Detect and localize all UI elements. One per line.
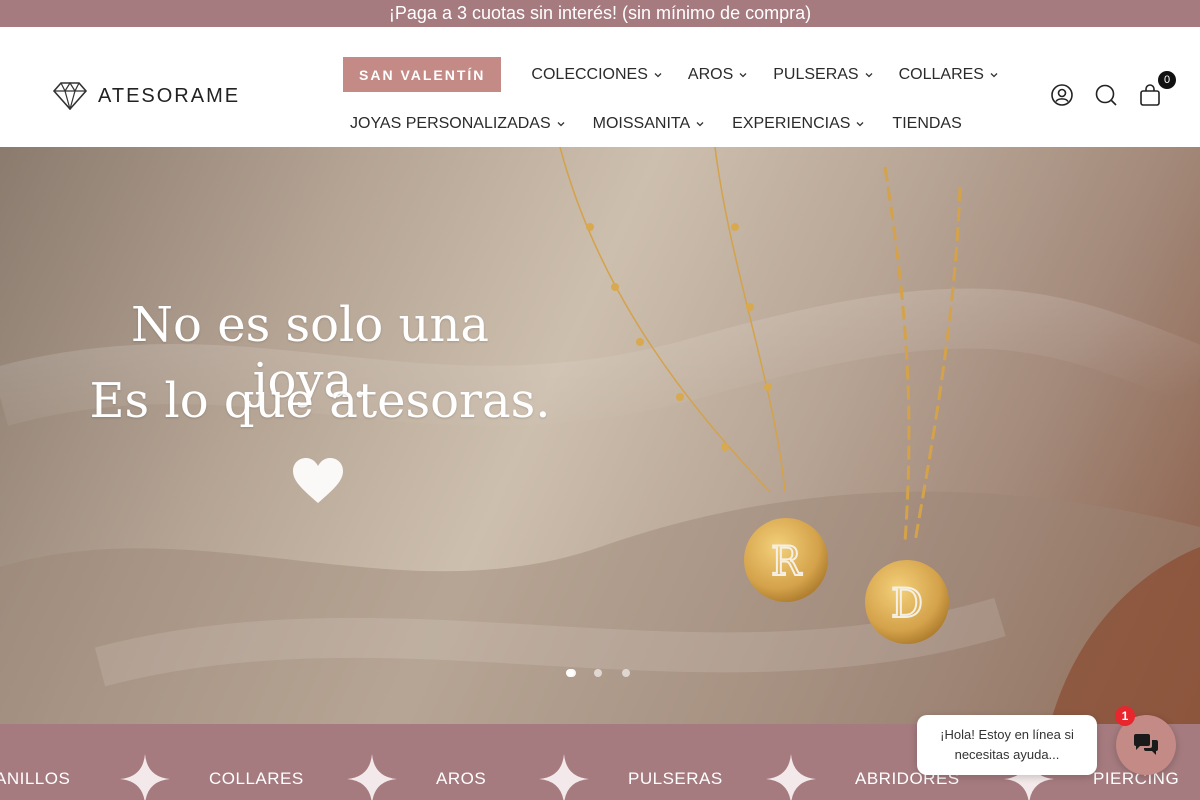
cart-count-badge: 0: [1158, 71, 1176, 89]
chevron-down-icon: [990, 72, 998, 77]
nav-item-moissanita[interactable]: MOISSANITA: [593, 115, 705, 133]
chevron-down-icon: [557, 122, 565, 127]
slide-dot-1[interactable]: [566, 669, 574, 677]
nav-item-collares[interactable]: COLLARES: [899, 66, 998, 84]
site-header: ATESORAME SAN VALENTÍN COLECCIONES AROS …: [0, 27, 1200, 147]
nav-label: MOISSANITA: [592, 115, 691, 132]
chevron-down-icon: [654, 72, 662, 77]
account-button[interactable]: [1050, 83, 1074, 107]
header-icons: 0: [1050, 71, 1176, 107]
nav-label: COLLARES: [898, 65, 984, 83]
chevron-down-icon: [856, 122, 864, 127]
nav-label: PULSERAS: [773, 65, 859, 83]
category-link-collares[interactable]: COLLARES: [209, 769, 304, 789]
announcement-bar: ¡Paga a 3 cuotas sin interés! (sin mínim…: [0, 0, 1200, 27]
nav-label: AROS: [687, 65, 734, 83]
sparkle-icon: [766, 754, 816, 800]
account-icon: [1051, 84, 1073, 106]
nav-item-tiendas[interactable]: TIENDAS: [892, 115, 961, 133]
cart-button[interactable]: 0: [1138, 71, 1176, 107]
pendant-letter-d: D: [890, 580, 924, 627]
sparkle-icon: [347, 754, 397, 800]
chat-unread-badge: 1: [1115, 706, 1135, 726]
sparkle-icon: [120, 754, 170, 800]
search-icon: [1095, 84, 1117, 106]
search-button[interactable]: [1094, 83, 1118, 107]
nav-item-aros[interactable]: AROS: [688, 66, 747, 84]
hero-slider[interactable]: No es solo una joya. Es lo que atesoras.…: [0, 147, 1200, 724]
chevron-down-icon: [696, 122, 704, 127]
primary-nav-row-1: SAN VALENTÍN COLECCIONES AROS PULSERAS C…: [343, 57, 998, 92]
slide-dot-2[interactable]: [594, 669, 602, 677]
category-link-pulseras[interactable]: PULSERAS: [628, 769, 723, 789]
nav-item-colecciones[interactable]: COLECCIONES: [531, 65, 662, 84]
chevron-down-icon: [865, 72, 873, 77]
chevron-down-icon: [739, 72, 747, 77]
chat-bubbles-icon: [1134, 734, 1158, 755]
nav-label: TIENDAS: [892, 115, 962, 132]
hero-headline-line-2: Es lo que atesoras.: [89, 373, 551, 429]
diamond-logo-icon: [52, 82, 88, 110]
primary-nav-row-2: JOYAS PERSONALIZADAS MOISSANITA EXPERIEN…: [350, 109, 962, 139]
nav-label: JOYAS PERSONALIZADAS: [350, 115, 551, 132]
pendant-letter-r: R: [770, 538, 804, 585]
cart-icon: [1140, 84, 1160, 106]
nav-item-experiencias[interactable]: EXPERIENCIAS: [732, 115, 864, 133]
nav-item-joyas-personalizadas[interactable]: JOYAS PERSONALIZADAS: [350, 115, 565, 133]
hero-image: [0, 147, 1200, 724]
category-link-aros[interactable]: AROS: [436, 769, 486, 789]
nav-item-pulseras[interactable]: PULSERAS: [773, 65, 873, 84]
chat-greeting-text: ¡Hola! Estoy en línea si necesitas ayuda…: [940, 727, 1074, 762]
sparkle-icon: [539, 754, 589, 800]
nav-item-san-valentin[interactable]: SAN VALENTÍN: [343, 57, 502, 92]
nav-label: COLECCIONES: [531, 65, 648, 83]
logo[interactable]: ATESORAME: [52, 82, 240, 110]
pendant-letter-d-text: D: [891, 581, 923, 627]
pendant-letter-r-text: R: [771, 539, 803, 585]
heart-icon: [293, 458, 343, 503]
chat-greeting-bubble[interactable]: ¡Hola! Estoy en línea si necesitas ayuda…: [917, 715, 1097, 775]
announcement-text: ¡Paga a 3 cuotas sin interés! (sin mínim…: [388, 3, 812, 23]
slider-pagination: [566, 669, 630, 677]
logo-text: ATESORAME: [98, 84, 241, 107]
nav-label: EXPERIENCIAS: [732, 115, 851, 132]
slide-dot-3[interactable]: [622, 669, 630, 677]
category-link-anillos[interactable]: ANILLOS: [0, 769, 70, 789]
